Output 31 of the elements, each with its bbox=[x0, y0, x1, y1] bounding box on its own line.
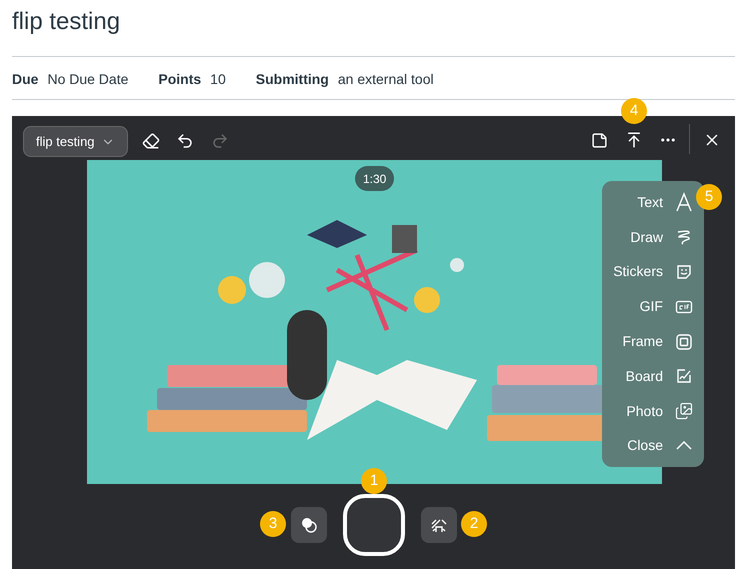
overlapping-circles-icon bbox=[300, 516, 318, 534]
detail-label: Points bbox=[158, 70, 202, 89]
sticky-note-icon[interactable] bbox=[591, 132, 608, 149]
background-button[interactable] bbox=[421, 507, 457, 543]
tool-item[interactable]: Text bbox=[637, 185, 693, 220]
tool-item[interactable]: Stickers bbox=[613, 254, 693, 290]
effects-button[interactable] bbox=[291, 507, 327, 543]
whiteboard-icon bbox=[675, 367, 693, 386]
undo-icon[interactable] bbox=[176, 132, 194, 150]
detail-label: Due bbox=[12, 70, 38, 89]
tool-item[interactable]: GIF bbox=[640, 289, 693, 324]
detail-label: Submitting bbox=[256, 70, 329, 89]
detail-value: No Due Date bbox=[47, 70, 128, 89]
letter-icon bbox=[675, 192, 693, 212]
detail-value: an external tool bbox=[338, 70, 434, 89]
topic-button[interactable]: flip testing bbox=[23, 126, 128, 157]
tool-item[interactable]: Close bbox=[627, 428, 693, 464]
chevron-up-icon bbox=[676, 441, 692, 450]
sticker-icon bbox=[675, 262, 693, 281]
detail-value: 10 bbox=[210, 70, 226, 89]
image-add-icon bbox=[675, 402, 693, 420]
eraser-icon[interactable] bbox=[142, 132, 160, 150]
frame-icon bbox=[675, 332, 693, 351]
upload-icon[interactable] bbox=[625, 131, 643, 149]
record-button[interactable] bbox=[343, 494, 405, 556]
redo-icon[interactable] bbox=[211, 132, 229, 150]
tool-item[interactable]: Board bbox=[626, 358, 693, 394]
tool-item[interactable]: Frame bbox=[622, 324, 693, 359]
page-title: flip testing bbox=[12, 7, 120, 37]
tool-item[interactable]: Draw bbox=[630, 220, 693, 255]
tool-item[interactable]: Photo bbox=[626, 394, 693, 429]
